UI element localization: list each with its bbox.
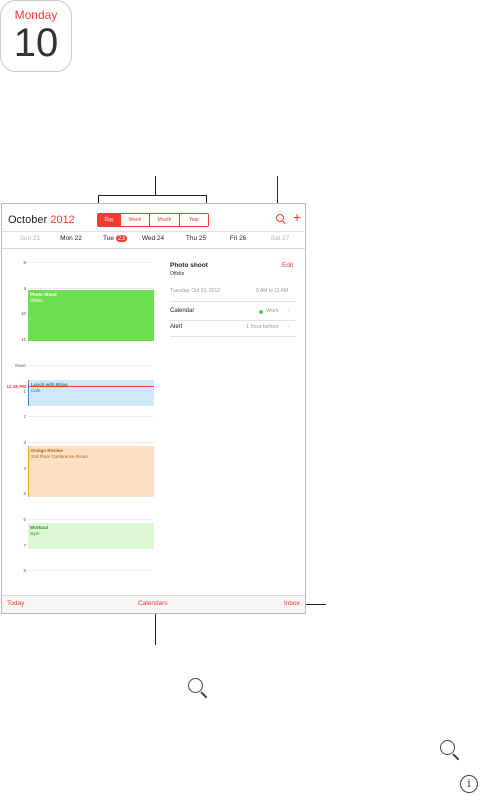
- add-event-icon[interactable]: +: [293, 210, 301, 224]
- hour-gridline: [28, 288, 154, 289]
- hour-gridline: [28, 519, 154, 520]
- calendar-row-value: Work: [266, 308, 279, 314]
- weekday-fri[interactable]: Fri 26: [218, 235, 258, 242]
- weekday-mon[interactable]: Mon 22: [51, 235, 91, 242]
- search-icon[interactable]: [276, 214, 284, 222]
- callout-line-views: [155, 176, 156, 195]
- hour-label: 6: [23, 517, 26, 522]
- weekday-sat[interactable]: Sat 27: [260, 235, 300, 242]
- alert-row-label[interactable]: Alert: [170, 324, 182, 330]
- event-location: Offsite: [30, 298, 43, 303]
- hour-gridline: [28, 570, 154, 571]
- hour-label: 2: [23, 414, 26, 419]
- hour-gridline: [28, 262, 154, 263]
- month-name: October: [8, 214, 48, 226]
- month-title: October 2012: [8, 214, 75, 226]
- weekday-tue-label: Tue: [102, 235, 114, 242]
- event-location: 2nd Floor Conference Room: [31, 454, 88, 459]
- tab-day[interactable]: Day: [98, 214, 120, 226]
- event-detail-title: Photo shoot: [170, 262, 208, 269]
- search-icon: [188, 678, 203, 693]
- edit-button[interactable]: Edit: [282, 262, 293, 269]
- hour-label: 3: [23, 440, 26, 445]
- hour-label: 1: [23, 389, 26, 394]
- tab-month[interactable]: Month: [149, 214, 179, 226]
- weekday-thu[interactable]: Thu 25: [176, 235, 216, 242]
- inbox-button[interactable]: Inbox: [284, 600, 300, 607]
- hour-label: 8: [23, 260, 26, 265]
- today-button[interactable]: Today: [7, 600, 24, 607]
- calendar-app-icon[interactable]: Monday 10: [0, 0, 72, 72]
- tab-year[interactable]: Year: [179, 214, 208, 226]
- header-divider: [2, 248, 305, 249]
- event-detail-location: Offsite: [170, 271, 185, 277]
- hour-gridline: [28, 365, 154, 366]
- hour-label: 8: [23, 568, 26, 573]
- current-time-line: [28, 386, 154, 387]
- info-icon: i: [460, 775, 478, 793]
- hour-label: 7: [23, 543, 26, 548]
- tab-week[interactable]: Week: [120, 214, 149, 226]
- month-year: 2012: [50, 214, 75, 226]
- weekday-wed[interactable]: Wed 24: [133, 235, 173, 242]
- today-badge: 23: [115, 235, 127, 242]
- chevron-right-icon: ›: [288, 307, 291, 314]
- hour-gridline: [28, 442, 154, 443]
- event-lunch-with-brian[interactable]: Lunch with Brian Cafe: [28, 380, 154, 406]
- weekday-tue[interactable]: Tue 23: [95, 235, 135, 242]
- hour-label: 4: [23, 466, 26, 471]
- alert-row-value: 1 hour before: [246, 324, 279, 330]
- ipad-calendar-screen: October 2012 Day Week Month Year + Sun 2…: [1, 203, 306, 614]
- hour-label: 5: [23, 491, 26, 496]
- hour-label: 9: [23, 286, 26, 291]
- event-photo-shoot[interactable]: Photo Shoot Offsite: [28, 290, 154, 341]
- callout-line-calendars: [155, 612, 156, 645]
- event-design-review[interactable]: Design Review 2nd Floor Conference Room: [28, 446, 154, 497]
- event-location: Cafe: [31, 388, 41, 393]
- hour-gridline: [28, 416, 154, 417]
- calendar-row-label[interactable]: Calendar: [170, 308, 194, 314]
- app-icon-day: Monday: [14, 8, 58, 22]
- event-detail-time: 9 AM to 11 AM: [256, 288, 289, 294]
- event-detail-date: Tuesday, Oct 23, 2012: [170, 288, 221, 294]
- callout-line-inbox: [304, 604, 326, 605]
- calendars-button[interactable]: Calendars: [138, 600, 168, 607]
- detail-divider: [170, 336, 296, 337]
- hour-label: Noon: [15, 363, 26, 368]
- app-icon-date: 10: [13, 21, 59, 65]
- current-time-label: 12:45 PM: [6, 384, 26, 389]
- event-location: Gym: [30, 531, 40, 536]
- detail-divider: [170, 301, 296, 302]
- hour-label: 10: [20, 311, 26, 316]
- hour-label: 11: [21, 337, 26, 342]
- chevron-right-icon: ›: [288, 323, 291, 330]
- weekday-sun[interactable]: Sun 21: [10, 235, 50, 242]
- view-switcher: Day Week Month Year: [97, 213, 209, 227]
- callout-bracket-views: [98, 195, 207, 196]
- work-calendar-dot: [259, 310, 263, 314]
- detail-divider: [170, 320, 296, 321]
- event-workout[interactable]: Workout Gym: [28, 523, 154, 549]
- search-icon: [440, 740, 455, 755]
